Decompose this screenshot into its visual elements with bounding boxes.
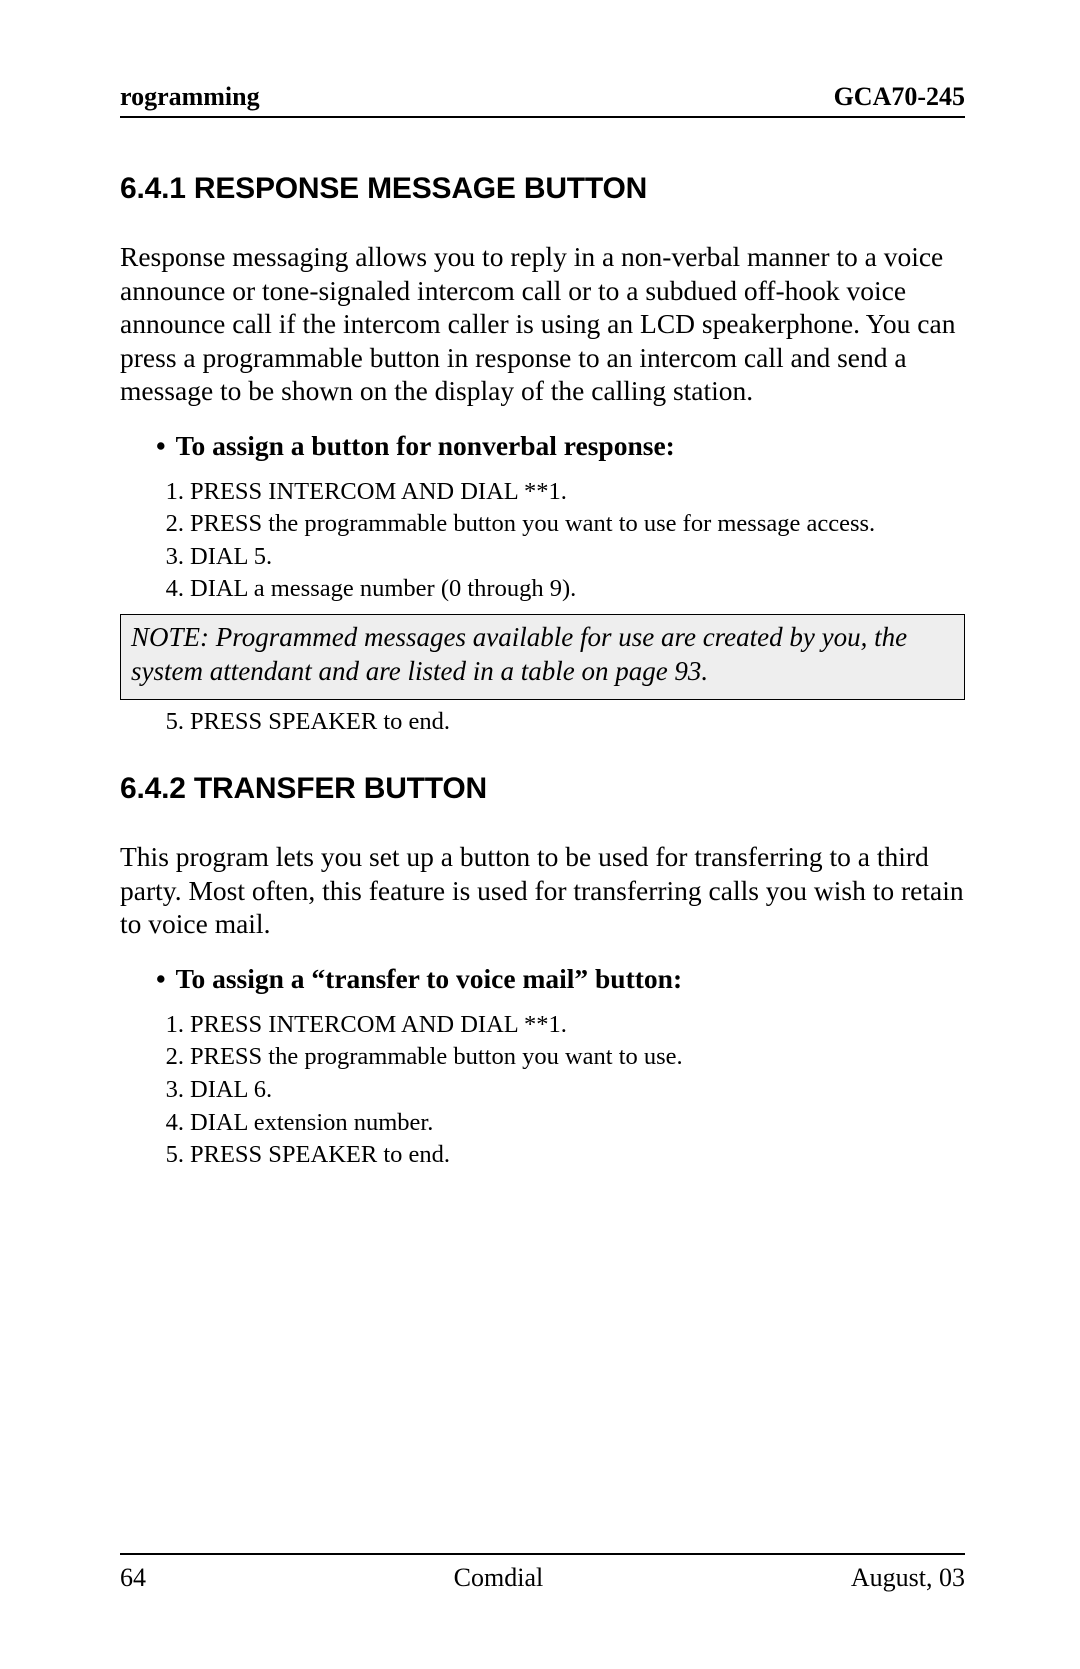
list-item: 5.PRESS SPEAKER to end. (156, 706, 965, 739)
step-number: 2. (156, 1041, 184, 1074)
list-item: 5.PRESS SPEAKER to end. (156, 1139, 965, 1172)
step-number: 1. (156, 1009, 184, 1042)
footer-date: August, 03 (851, 1563, 965, 1593)
step-text: PRESS SPEAKER to end. (190, 1139, 450, 1172)
step-number: 4. (156, 573, 184, 606)
section2-steps: 1.PRESS INTERCOM AND DIAL **1.2.PRESS th… (156, 1009, 965, 1172)
page-footer: 64 Comdial August, 03 (120, 1553, 965, 1593)
step-number: 5. (156, 706, 184, 739)
section1-steps-b: 5.PRESS SPEAKER to end. (156, 706, 965, 739)
section2-bullet-text: To assign a “transfer to voice mail” but… (176, 963, 682, 995)
header-right: GCA70-245 (834, 82, 965, 112)
section1-bullet-text: To assign a button for nonverbal respons… (176, 430, 675, 462)
step-text: DIAL 5. (190, 541, 272, 574)
footer-center: Comdial (454, 1563, 544, 1593)
step-text: PRESS the programmable button you want t… (190, 1041, 683, 1074)
step-text: PRESS INTERCOM AND DIAL **1. (190, 1009, 567, 1042)
section1-paragraph: Response messaging allows you to reply i… (120, 240, 965, 408)
step-number: 1. (156, 476, 184, 509)
section2-paragraph: This program lets you set up a button to… (120, 840, 965, 941)
page-header: rogramming GCA70-245 (120, 82, 965, 118)
step-text: PRESS the programmable button you want t… (190, 508, 875, 541)
step-text: DIAL a message number (0 through 9). (190, 573, 576, 606)
note-box: NOTE: Programmed messages available for … (120, 614, 965, 700)
section-heading-2: 6.4.2 TRANSFER BUTTON (120, 772, 965, 806)
step-text: PRESS INTERCOM AND DIAL **1. (190, 476, 567, 509)
bullet-icon: • (156, 430, 166, 462)
list-item: 1.PRESS INTERCOM AND DIAL **1. (156, 1009, 965, 1042)
list-item: 3.DIAL 6. (156, 1074, 965, 1107)
step-number: 4. (156, 1107, 184, 1140)
section1-steps-a: 1.PRESS INTERCOM AND DIAL **1.2.PRESS th… (156, 476, 965, 606)
footer-page-number: 64 (120, 1563, 146, 1593)
step-text: DIAL 6. (190, 1074, 272, 1107)
step-number: 2. (156, 508, 184, 541)
list-item: 2.PRESS the programmable button you want… (156, 508, 965, 541)
list-item: 1.PRESS INTERCOM AND DIAL **1. (156, 476, 965, 509)
step-text: DIAL extension number. (190, 1107, 433, 1140)
step-text: PRESS SPEAKER to end. (190, 706, 450, 739)
list-item: 2.PRESS the programmable button you want… (156, 1041, 965, 1074)
section2-bullet: • To assign a “transfer to voice mail” b… (156, 963, 965, 995)
header-left: rogramming (120, 82, 260, 112)
section1-bullet: • To assign a button for nonverbal respo… (156, 430, 965, 462)
document-page: rogramming GCA70-245 6.4.1 RESPONSE MESS… (0, 0, 1080, 1669)
step-number: 3. (156, 1074, 184, 1107)
list-item: 4.DIAL a message number (0 through 9). (156, 573, 965, 606)
list-item: 4.DIAL extension number. (156, 1107, 965, 1140)
bullet-icon: • (156, 963, 166, 995)
footer-rule (120, 1553, 965, 1555)
list-item: 3.DIAL 5. (156, 541, 965, 574)
step-number: 5. (156, 1139, 184, 1172)
step-number: 3. (156, 541, 184, 574)
section-heading-1: 6.4.1 RESPONSE MESSAGE BUTTON (120, 172, 965, 206)
